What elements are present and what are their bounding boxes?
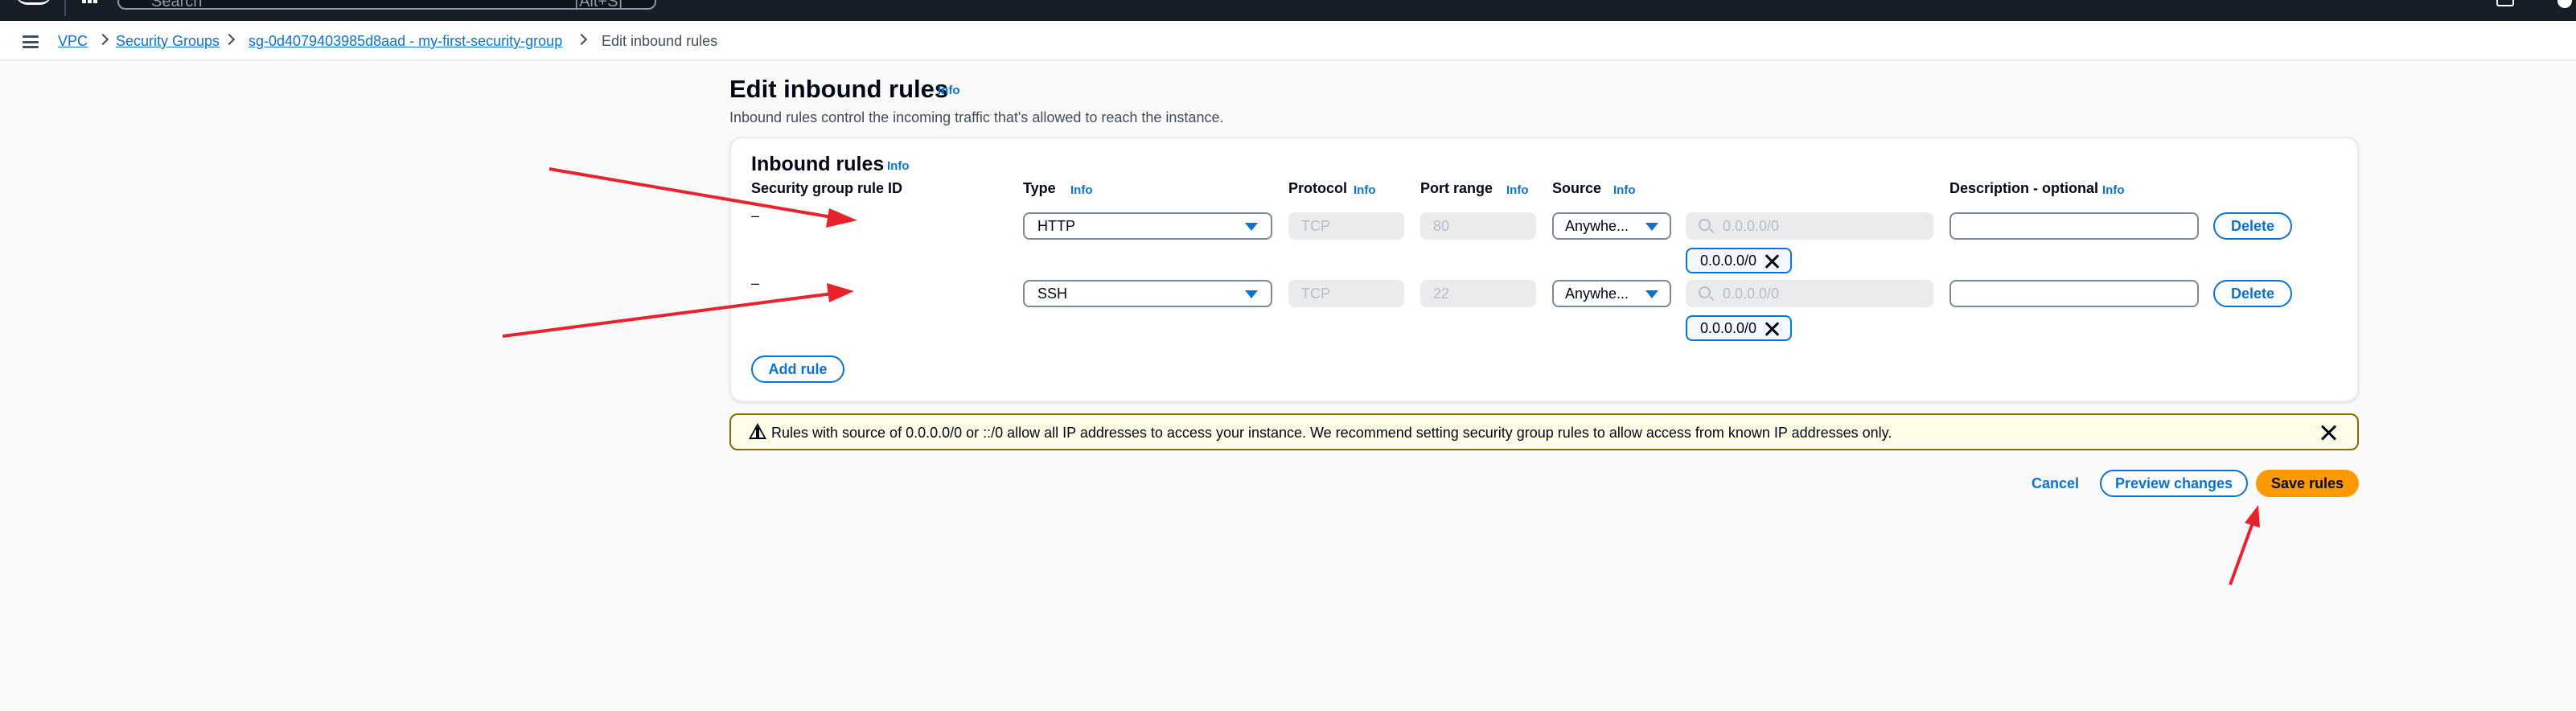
cidr-search-input[interactable]: 0.0.0.0/0 xyxy=(1686,212,1933,240)
cidr-token: 0.0.0.0/0 xyxy=(1686,248,1792,273)
type-select[interactable]: HTTP xyxy=(1023,212,1272,240)
protocol-field: TCP xyxy=(1288,212,1404,240)
type-select-value: SSH xyxy=(1037,286,1068,302)
cloudshell-icon[interactable] xyxy=(2496,0,2514,6)
search-shortcut-hint: [Alt+S] xyxy=(574,0,622,10)
port-range-field: 80 xyxy=(1420,212,1536,240)
chevron-right-icon xyxy=(97,33,109,46)
cidr-token-label: 0.0.0.0/0 xyxy=(1700,253,1757,269)
column-header-description: Description - optional xyxy=(1949,180,2099,196)
inbound-rules-info-link[interactable]: Info xyxy=(887,159,910,173)
source-select-value: Anywhe... xyxy=(1565,218,1629,234)
search-placeholder: Search xyxy=(151,0,203,10)
column-header-rule-id: Security group rule ID xyxy=(751,180,903,196)
top-navigation-bar: Search [Alt+S] xyxy=(0,0,2576,21)
description-info-link[interactable]: Info xyxy=(2102,183,2125,197)
cidr-placeholder: 0.0.0.0/0 xyxy=(1723,218,1780,234)
breadcrumb-bar: VPC Security Groups sg-0d4079403985d8aad… xyxy=(0,21,2576,61)
cancel-button[interactable]: Cancel xyxy=(2032,470,2079,497)
type-info-link[interactable]: Info xyxy=(1070,183,1093,197)
aws-logo[interactable] xyxy=(16,0,51,5)
page-title: Edit inbound rules xyxy=(729,75,949,103)
inbound-rules-title: Inbound rules xyxy=(751,153,885,175)
source-info-link[interactable]: Info xyxy=(1613,183,1636,197)
breadcrumb-security-groups[interactable]: Security Groups xyxy=(116,32,220,50)
delete-rule-button[interactable]: Delete xyxy=(2213,212,2292,240)
search-icon xyxy=(1699,286,1711,298)
inbound-rules-container: Inbound rules Info Security group rule I… xyxy=(729,137,2359,402)
cidr-search-input[interactable]: 0.0.0.0/0 xyxy=(1686,280,1933,307)
breadcrumb-current: Edit inbound rules xyxy=(602,33,718,49)
notifications-icon[interactable] xyxy=(2558,0,2572,8)
chevron-right-icon xyxy=(575,33,588,46)
description-input[interactable] xyxy=(1949,280,2199,307)
column-header-type: Type xyxy=(1023,180,1056,196)
close-icon[interactable] xyxy=(2320,425,2336,441)
source-select[interactable]: Anywhe... xyxy=(1552,212,1671,240)
main-content: Edit inbound rules Info Inbound rules co… xyxy=(0,61,2576,711)
preview-changes-button[interactable]: Preview changes xyxy=(2100,470,2248,497)
page-info-link[interactable]: Info xyxy=(938,84,960,97)
remove-token-icon[interactable] xyxy=(1765,322,1779,336)
rule-id-value: – xyxy=(751,275,760,291)
cidr-token-label: 0.0.0.0/0 xyxy=(1700,320,1757,336)
global-search-input[interactable]: Search [Alt+S] xyxy=(117,0,656,10)
protocol-field: TCP xyxy=(1288,280,1404,307)
breadcrumb-security-group[interactable]: sg-0d4079403985d8aad - my-first-security… xyxy=(249,32,562,50)
menu-icon[interactable] xyxy=(23,35,39,48)
caret-down-icon xyxy=(1245,290,1258,298)
search-icon xyxy=(1699,219,1711,231)
cidr-placeholder: 0.0.0.0/0 xyxy=(1723,286,1780,302)
warning-alert: Rules with source of 0.0.0.0/0 or ::/0 a… xyxy=(729,413,2359,450)
warning-icon-mark xyxy=(756,427,759,438)
caret-down-icon xyxy=(1245,223,1258,231)
port-range-field: 22 xyxy=(1420,280,1536,307)
port-range-info-link[interactable]: Info xyxy=(1506,183,1529,197)
source-select[interactable]: Anywhe... xyxy=(1552,280,1671,307)
delete-rule-button[interactable]: Delete xyxy=(2213,280,2292,307)
nav-divider xyxy=(64,0,66,16)
remove-token-icon[interactable] xyxy=(1765,254,1779,269)
type-select-value: HTTP xyxy=(1037,218,1075,234)
type-select[interactable]: SSH xyxy=(1023,280,1272,307)
source-select-value: Anywhe... xyxy=(1565,286,1629,302)
column-header-source: Source xyxy=(1552,180,1602,196)
rule-id-value: – xyxy=(751,208,760,224)
caret-down-icon xyxy=(1645,223,1658,231)
add-rule-button[interactable]: Add rule xyxy=(751,356,844,383)
description-input[interactable] xyxy=(1949,212,2199,240)
breadcrumb-vpc[interactable]: VPC xyxy=(58,32,88,50)
chevron-right-icon xyxy=(223,33,236,46)
page-description: Inbound rules control the incoming traff… xyxy=(729,109,1224,125)
column-header-protocol: Protocol xyxy=(1288,180,1348,196)
caret-down-icon xyxy=(1645,290,1658,298)
save-rules-button[interactable]: Save rules xyxy=(2256,470,2359,497)
column-header-port-range: Port range xyxy=(1420,180,1493,196)
protocol-info-link[interactable]: Info xyxy=(1354,183,1376,197)
warning-message: Rules with source of 0.0.0.0/0 or ::/0 a… xyxy=(771,425,1892,441)
cidr-token: 0.0.0.0/0 xyxy=(1686,315,1792,341)
services-grid-icon[interactable] xyxy=(82,0,98,8)
